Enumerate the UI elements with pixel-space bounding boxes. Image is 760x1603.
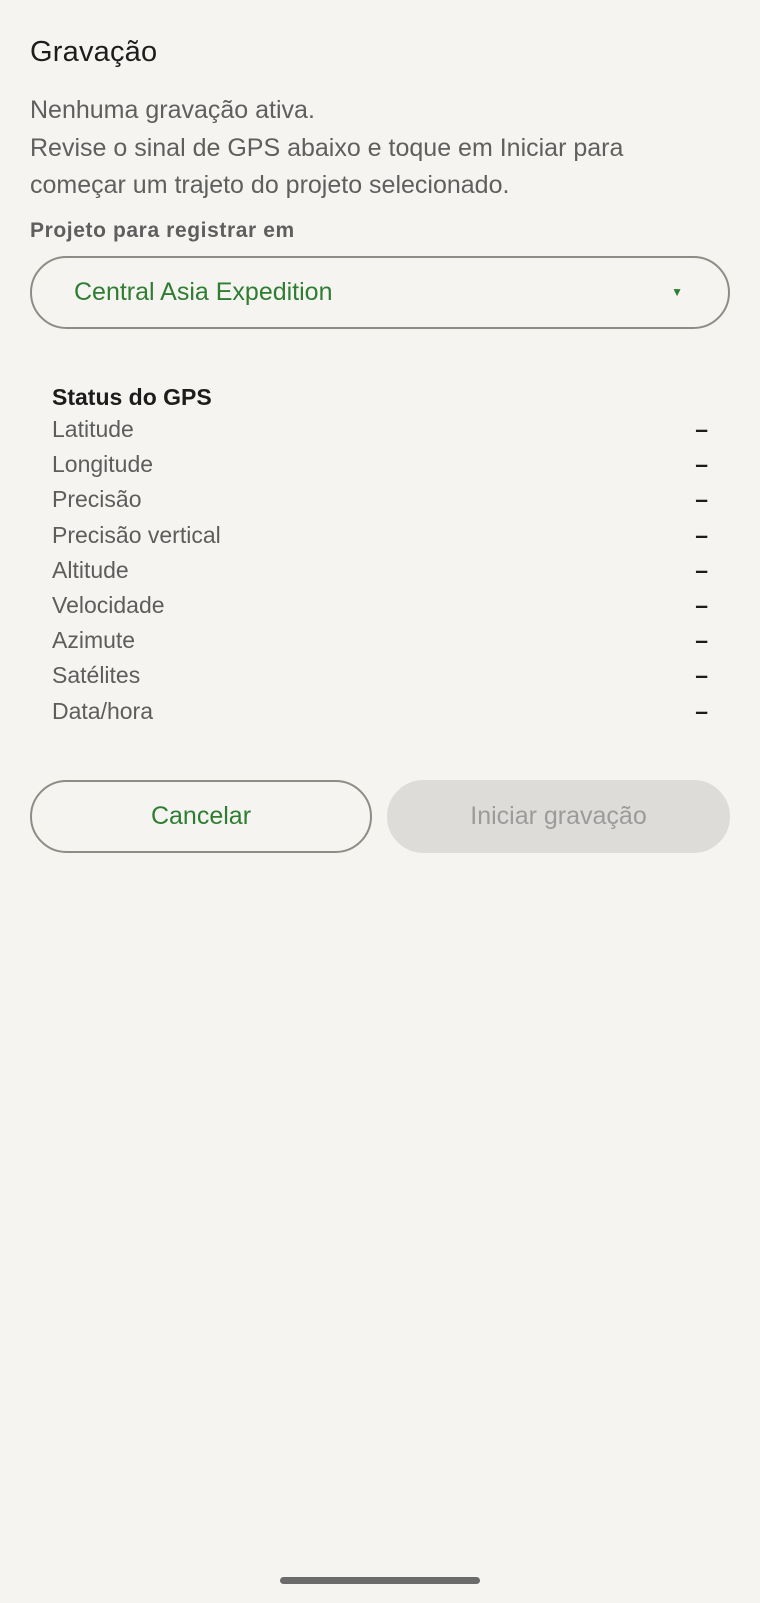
gps-row-label: Altitude	[52, 556, 129, 583]
gps-row-label: Longitude	[52, 451, 154, 478]
gps-row-accuracy: Precisão –	[52, 482, 708, 517]
intro-text: Nenhuma gravação ativa. Revise o sinal d…	[30, 92, 730, 205]
gps-row-value: –	[695, 556, 708, 583]
gps-row-azimuth: Azimute –	[52, 623, 708, 658]
home-indicator[interactable]	[280, 1577, 480, 1584]
recording-screen: Gravação Nenhuma gravação ativa. Revise …	[0, 0, 760, 1603]
intro-line: Revise o sinal de GPS abaixo e toque em …	[30, 133, 624, 162]
gps-row-label: Precisão	[52, 486, 142, 513]
gps-row-longitude: Longitude –	[52, 447, 708, 482]
gps-status-card: Status do GPS Latitude – Longitude – Pre…	[30, 368, 730, 728]
gps-row-latitude: Latitude –	[52, 412, 708, 447]
dropdown-triangle-icon: ▼	[671, 285, 683, 299]
page-title: Gravação	[30, 36, 158, 68]
gps-row-value: –	[695, 591, 708, 618]
start-recording-button[interactable]: Iniciar gravação	[387, 780, 730, 853]
project-selected-value: Central Asia Expedition	[74, 278, 333, 306]
gps-row-label: Satélites	[52, 662, 141, 689]
gps-row-label: Latitude	[52, 416, 134, 442]
project-field-label: Projeto para registrar em	[30, 219, 295, 242]
gps-row-value: –	[695, 416, 708, 442]
gps-row-altitude: Altitude –	[52, 553, 708, 588]
gps-row-value: –	[695, 627, 708, 654]
gps-row-value: –	[695, 451, 708, 478]
gps-row-vertical-accuracy: Precisão vertical –	[52, 518, 708, 553]
gps-row-label: Data/hora	[52, 697, 154, 724]
gps-status-list: Latitude – Longitude – Precisão – Precis…	[52, 412, 708, 729]
gps-row-label: Azimute	[52, 627, 136, 654]
gps-row-value: –	[695, 662, 708, 689]
gps-row-satellites: Satélites –	[52, 658, 708, 693]
project-dropdown[interactable]: Central Asia Expedition ▼	[30, 256, 730, 329]
gps-row-value: –	[695, 486, 708, 513]
gps-row-datetime: Data/hora –	[52, 694, 708, 729]
intro-line: Nenhuma gravação ativa.	[30, 96, 315, 124]
gps-row-label: Velocidade	[52, 591, 165, 618]
gps-row-value: –	[695, 697, 708, 724]
gps-row-value: –	[695, 521, 708, 548]
gps-row-label: Precisão vertical	[52, 521, 221, 548]
gps-row-speed: Velocidade –	[52, 588, 708, 623]
intro-line: começar um trajeto do projeto selecionad…	[30, 171, 510, 199]
cancel-button[interactable]: Cancelar	[30, 780, 372, 853]
gps-status-title: Status do GPS	[52, 384, 212, 410]
